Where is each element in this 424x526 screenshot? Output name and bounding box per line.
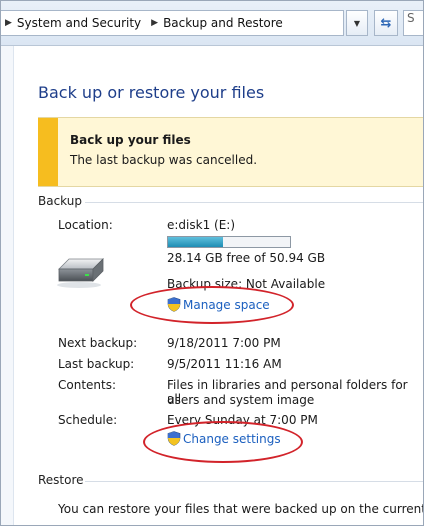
breadcrumb[interactable]: ▶ System and Security ▶ Backup and Resto… [1, 10, 344, 36]
address-bar: ▶ System and Security ▶ Backup and Resto… [1, 1, 423, 46]
left-pane-edge [1, 46, 14, 525]
section-divider [85, 202, 423, 203]
banner-message: The last backup was cancelled. [70, 153, 258, 167]
history-dropdown-button[interactable]: ▼ [346, 10, 368, 36]
breadcrumb-backup-and-restore[interactable]: Backup and Restore [163, 16, 283, 30]
free-space-text: 28.14 GB free of 50.94 GB [167, 251, 326, 265]
contents-line-2: users and system image [167, 393, 315, 407]
location-value: e:disk1 (E:) [167, 218, 236, 232]
disk-usage-bar [167, 236, 291, 248]
breadcrumb-separator-icon[interactable]: ▶ [5, 18, 12, 28]
hard-drive-icon [57, 258, 104, 288]
annotation-circle [143, 421, 303, 463]
next-backup-value: 9/18/2011 7:00 PM [167, 336, 281, 350]
refresh-button[interactable]: ⇆ [374, 10, 398, 36]
last-backup-value: 9/5/2011 11:16 AM [167, 357, 282, 371]
last-backup-label: Last backup: [58, 357, 135, 371]
breadcrumb-system-and-security[interactable]: System and Security [17, 16, 141, 30]
breadcrumb-separator-icon[interactable]: ▶ [151, 18, 158, 28]
page-title: Back up or restore your files [38, 83, 265, 102]
warning-banner: Back up your files The last backup was c… [38, 117, 423, 187]
warning-bar-icon [38, 118, 58, 186]
banner-heading: Back up your files [70, 133, 191, 147]
refresh-icon: ⇆ [380, 15, 392, 31]
section-divider [85, 481, 423, 482]
restore-description: You can restore your files that were bac… [58, 502, 424, 516]
location-label: Location: [58, 218, 113, 232]
annotation-circle [130, 286, 294, 324]
disk-usage-fill [168, 237, 223, 247]
restore-section-title: Restore [38, 473, 84, 487]
backup-section-title: Backup [38, 194, 82, 208]
window: ▶ System and Security ▶ Backup and Resto… [0, 0, 424, 526]
search-input[interactable]: S [403, 10, 423, 36]
schedule-label: Schedule: [58, 413, 118, 427]
search-placeholder: S [407, 11, 415, 25]
next-backup-label: Next backup: [58, 336, 138, 350]
contents-label: Contents: [58, 378, 117, 392]
chevron-down-icon: ▼ [353, 18, 361, 28]
